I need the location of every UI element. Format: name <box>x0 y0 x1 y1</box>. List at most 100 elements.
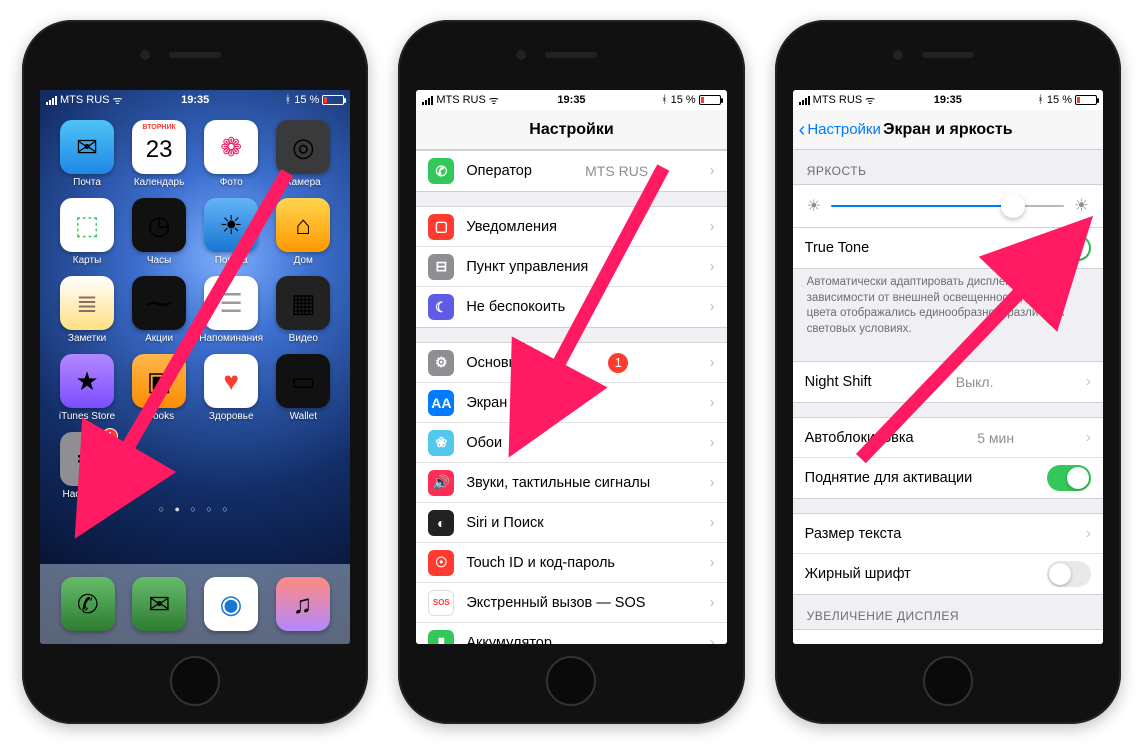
row-bold[interactable]: Жирный шрифт <box>793 554 1103 594</box>
chevron-right-icon: › <box>701 434 714 452</box>
app-Камера[interactable]: ◎Камера <box>271 120 335 188</box>
app-label: Заметки <box>68 333 106 344</box>
settings-icon: ⚙ <box>428 350 454 376</box>
row-label: Уведомления <box>466 219 557 235</box>
clock: 19:35 <box>181 94 209 106</box>
app-Видео[interactable]: ▦Видео <box>271 276 335 344</box>
chevron-right-icon: › <box>701 514 714 532</box>
app-Почта[interactable]: ✉Почта <box>55 120 119 188</box>
app-Напоминания[interactable]: ☰Напоминания <box>199 276 263 344</box>
brightness-slider-row: ☀︎ ☀︎ <box>793 184 1103 228</box>
chevron-right-icon: › <box>701 162 714 180</box>
bluetooth-icon: ᚼ <box>661 94 668 106</box>
brightness-slider[interactable] <box>831 205 1064 207</box>
settings-icon: SOS <box>428 590 454 616</box>
row-truetone[interactable]: True Tone <box>793 228 1103 268</box>
row-Экран и яркость[interactable]: AAЭкран и яркость› <box>416 383 726 423</box>
home-button[interactable] <box>923 656 973 706</box>
row-Экстренный вызов — SOS[interactable]: SOSЭкстренный вызов — SOS› <box>416 583 726 623</box>
wifi-icon: ᯤ <box>865 93 875 108</box>
app-icon: ♥ <box>204 354 258 408</box>
row-textsize[interactable]: Размер текста › <box>793 514 1103 554</box>
status-bar: MTS RUS ᯤ 19:35 ᚼ 15 % <box>416 90 726 110</box>
home-button[interactable] <box>170 656 220 706</box>
wifi-icon: ᯤ <box>113 93 123 108</box>
app-label: Акции <box>145 333 173 344</box>
row-Не беспокоить[interactable]: ☾Не беспокоить› <box>416 287 726 327</box>
row-raise-to-wake[interactable]: Поднятие для активации <box>793 458 1103 498</box>
app-icon: ВТОРНИК23 <box>132 120 186 174</box>
row-label: Звуки, тактильные сигналы <box>466 475 650 491</box>
app-icon: ★ <box>60 354 114 408</box>
app-Фото[interactable]: ❁Фото <box>199 120 263 188</box>
app-icon: ✉ <box>132 577 186 631</box>
battery-icon <box>699 95 721 105</box>
row-view[interactable]: Вид Стандартно › <box>793 630 1103 644</box>
truetone-desc: Автоматически адаптировать дисплей iPhon… <box>793 269 1103 347</box>
chevron-right-icon: › <box>1078 641 1091 644</box>
bluetooth-icon: ᚼ <box>1037 94 1044 106</box>
app-Погода[interactable]: ☀ Погода <box>199 198 263 266</box>
settings-list[interactable]: ✆ОператорMTS RUS›▢Уведомления›⊟Пункт упр… <box>416 150 726 644</box>
truetone-toggle[interactable] <box>1047 235 1091 261</box>
dock-app[interactable]: ◉ <box>199 577 263 631</box>
app-Заметки[interactable]: ≣Заметки <box>55 276 119 344</box>
chevron-right-icon: › <box>701 594 714 612</box>
app-iBooks[interactable]: ▣iBooks <box>127 354 191 422</box>
bold-toggle[interactable] <box>1047 561 1091 587</box>
badge: 1 <box>608 353 628 373</box>
app-Часы[interactable]: ◷Часы <box>127 198 191 266</box>
app-icon: ⚙1 <box>60 432 114 486</box>
row-Уведомления[interactable]: ▢Уведомления› <box>416 207 726 247</box>
page-dots[interactable]: ○ ● ○ ○ ○ <box>40 504 350 514</box>
navbar: ‹ Настройки Экран и яркость <box>793 110 1103 150</box>
app-icon: ☀ <box>204 198 258 252</box>
app-label: iBooks <box>144 411 174 422</box>
app-Акции[interactable]: ⁓Акции <box>127 276 191 344</box>
dock-app[interactable]: ✉ <box>127 577 191 631</box>
app-label: Wallet <box>290 411 317 422</box>
navbar: Настройки <box>416 110 726 150</box>
row-Звуки, тактильные сигналы[interactable]: 🔊Звуки, тактильные сигналы› <box>416 463 726 503</box>
app-icon: ❁ <box>204 120 258 174</box>
row-label: Экран и яркость <box>466 395 575 411</box>
app-Wallet[interactable]: ▭Wallet <box>271 354 335 422</box>
dock-app[interactable]: ✆ <box>56 577 120 631</box>
signal-icon <box>422 96 433 105</box>
chevron-right-icon: › <box>701 218 714 236</box>
row-Touch ID и код-пароль[interactable]: ☉Touch ID и код-пароль› <box>416 543 726 583</box>
battery-pct: 15 % <box>671 94 696 106</box>
row-nightshift[interactable]: Night Shift Выкл. › <box>793 362 1103 402</box>
app-label: Видео <box>289 333 318 344</box>
row-Пункт управления[interactable]: ⊟Пункт управления› <box>416 247 726 287</box>
chevron-right-icon: › <box>701 554 714 572</box>
back-button[interactable]: ‹ Настройки <box>799 120 881 140</box>
row-label: Основные <box>466 355 535 371</box>
app-Календарь[interactable]: ВТОРНИК23Календарь <box>127 120 191 188</box>
app-label: Почта <box>73 177 101 188</box>
home-button[interactable] <box>546 656 596 706</box>
app-label: Погода <box>215 255 248 266</box>
badge: 1 <box>102 428 118 444</box>
row-autolock[interactable]: Автоблокировка 5 мин › <box>793 418 1103 458</box>
app-icon: ☰ <box>204 276 258 330</box>
row-Основные[interactable]: ⚙ Основные 1 › <box>416 343 726 383</box>
app-Настройки[interactable]: ⚙1Настройки <box>55 432 119 500</box>
row-Оператор[interactable]: ✆ОператорMTS RUS› <box>416 151 726 191</box>
app-iTunes Store[interactable]: ★iTunes Store <box>55 354 119 422</box>
dock-app[interactable]: ♫ <box>271 577 335 631</box>
settings-icon: ▮ <box>428 630 454 645</box>
row-Обои[interactable]: ❀Обои› <box>416 423 726 463</box>
chevron-right-icon: › <box>701 354 714 372</box>
row-label: Siri и Поиск <box>466 515 543 531</box>
chevron-right-icon: › <box>701 634 714 645</box>
raise-toggle[interactable] <box>1047 465 1091 491</box>
app-Здоровье[interactable]: ♥Здоровье <box>199 354 263 422</box>
app-icon: ◉ <box>204 577 258 631</box>
row-Аккумулятор[interactable]: ▮Аккумулятор› <box>416 623 726 644</box>
row-Siri и Поиск[interactable]: ◐Siri и Поиск› <box>416 503 726 543</box>
display-settings-list[interactable]: ЯРКОСТЬ ☀︎ ☀︎ True Tone Автоматически ад… <box>793 150 1103 644</box>
app-Карты[interactable]: ⬚Карты <box>55 198 119 266</box>
brightness-header: ЯРКОСТЬ <box>793 150 1103 184</box>
app-Дом[interactable]: ⌂Дом <box>271 198 335 266</box>
